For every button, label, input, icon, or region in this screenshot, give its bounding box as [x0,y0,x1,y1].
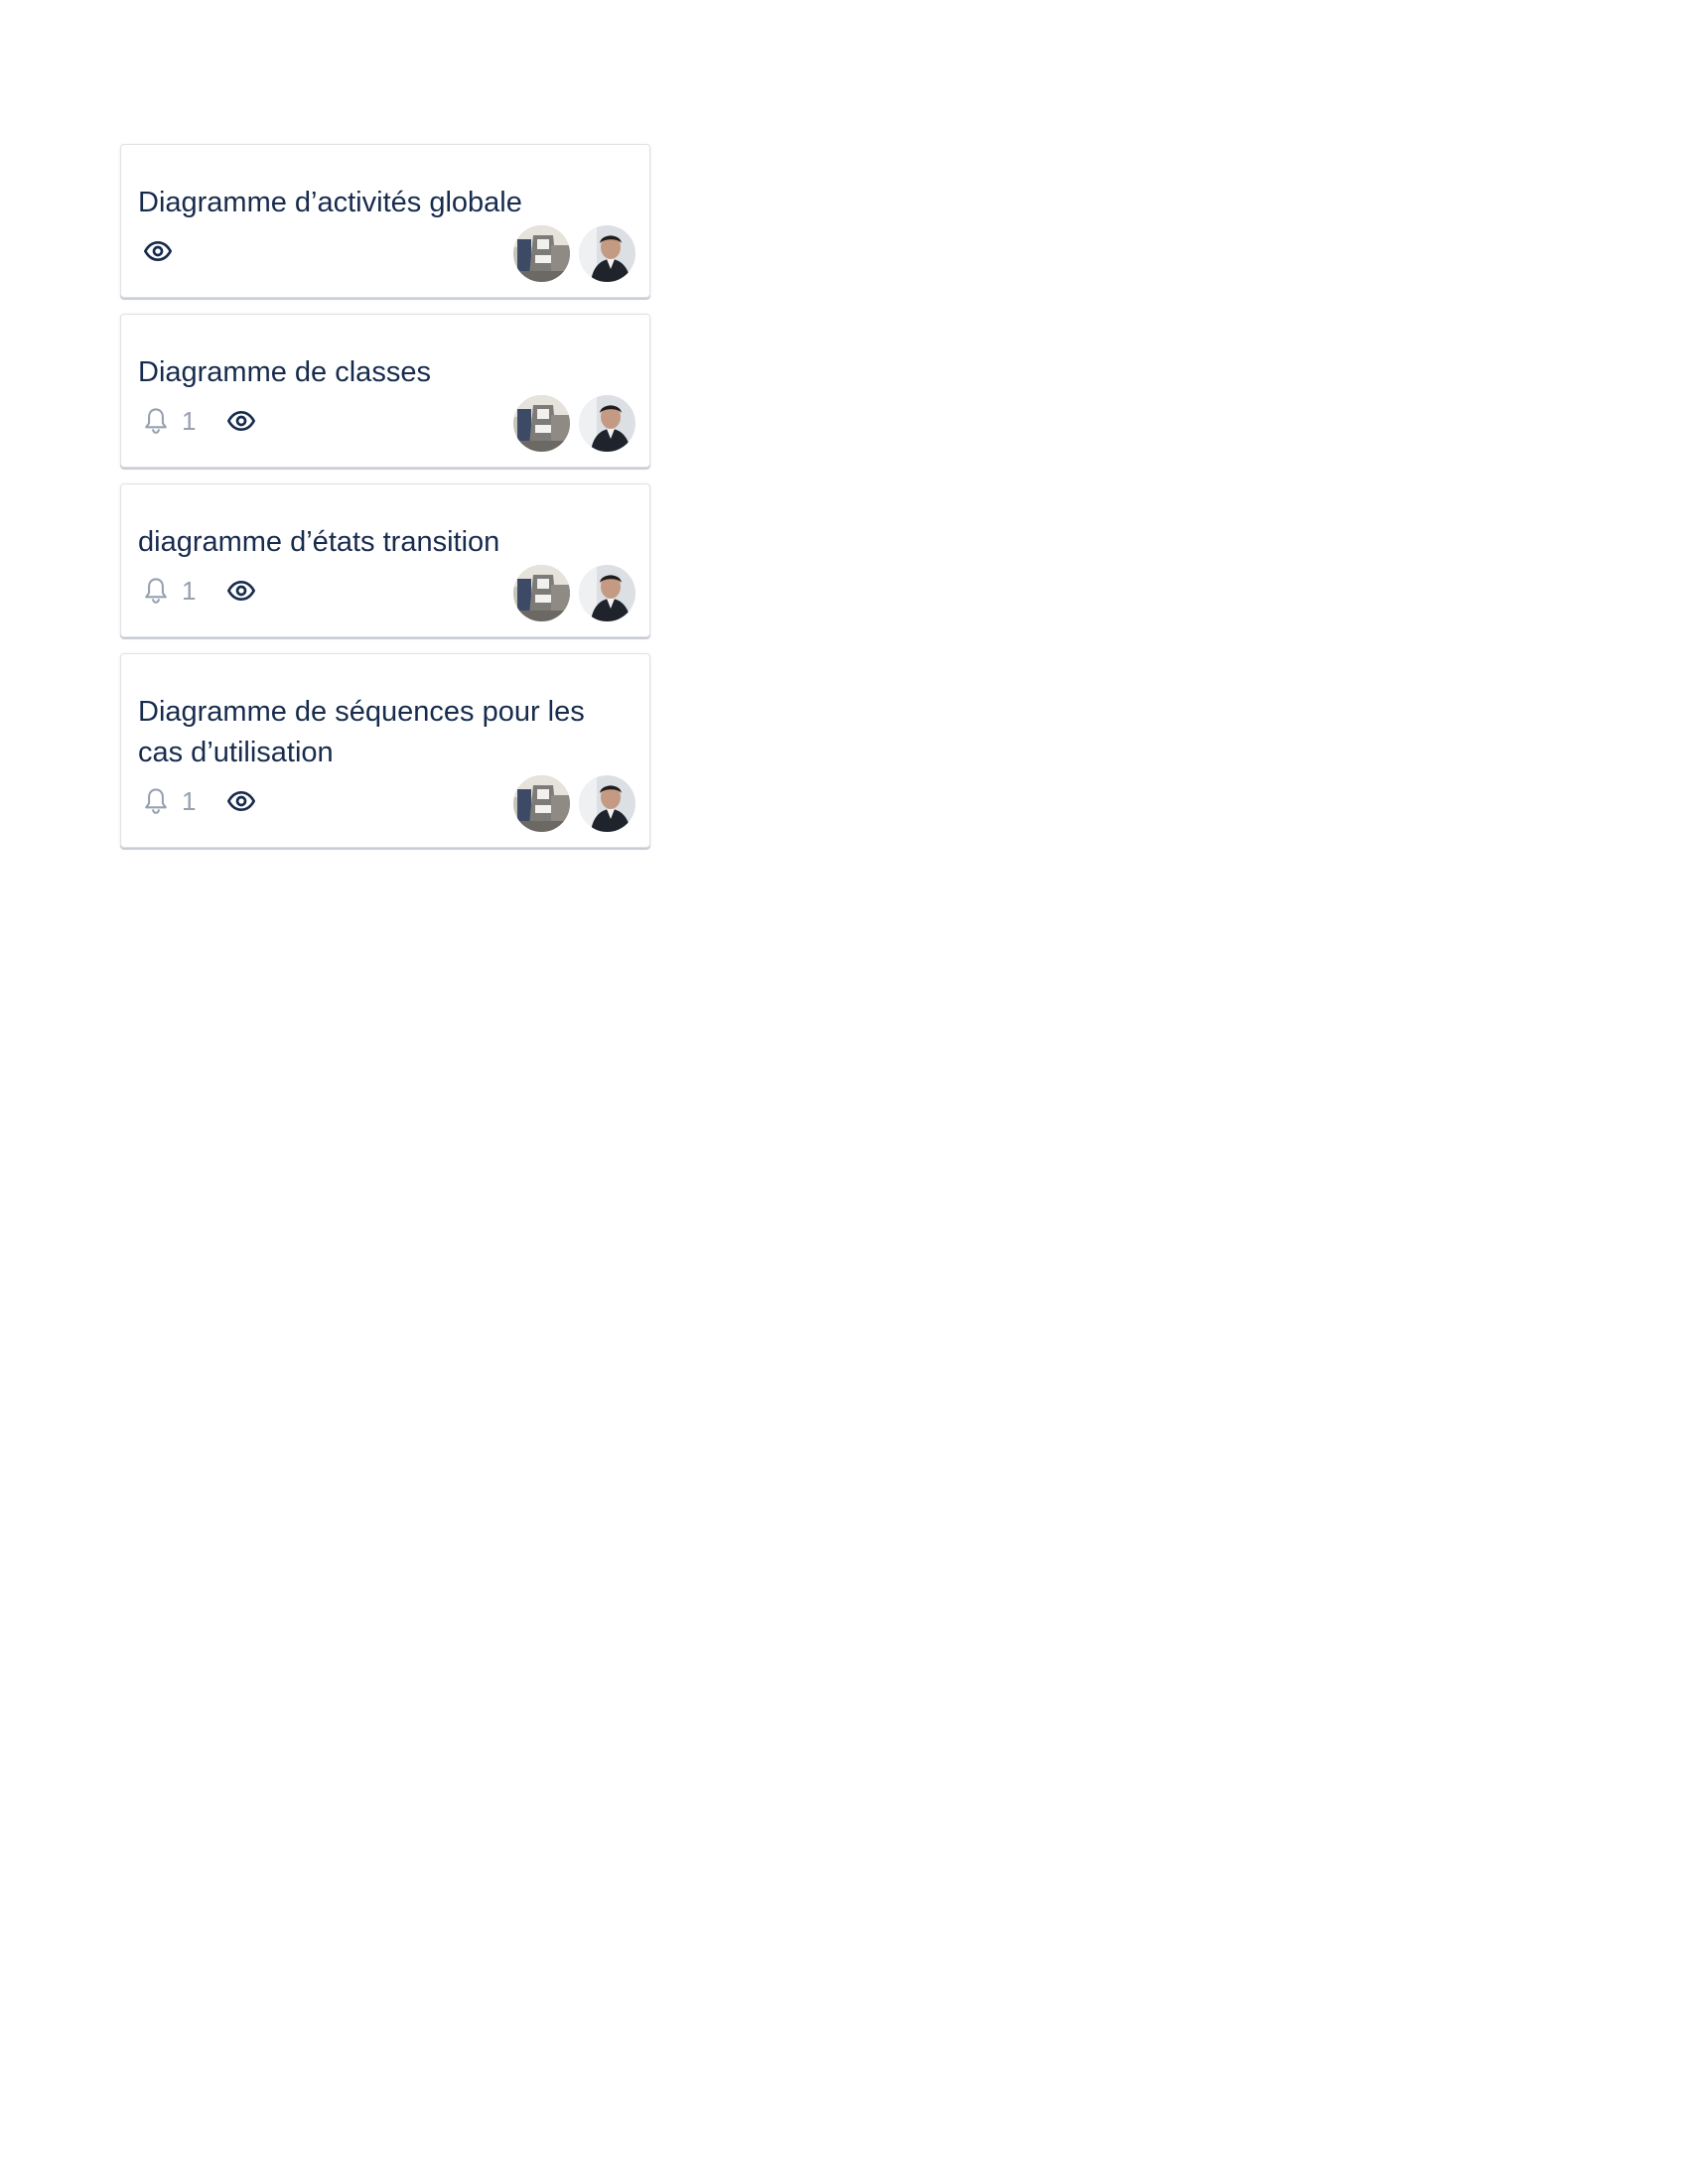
member-avatar-1[interactable] [513,775,570,832]
member-avatar-2[interactable] [579,775,635,832]
bell-icon [142,786,170,816]
notification-badge: 1 [142,406,196,436]
card-item[interactable]: diagramme d’états transition 1 [120,483,650,637]
card-footer [138,225,635,285]
eye-icon [225,785,257,817]
notification-count: 1 [182,576,197,606]
card-item[interactable]: Diagramme de classes 1 [120,314,650,468]
member-avatar-2[interactable] [579,565,635,621]
bell-icon [142,406,170,436]
card-title: diagramme d’états transition [138,526,500,558]
card-members [513,775,635,832]
card-footer: 1 [138,395,635,455]
member-avatar-2[interactable] [579,225,635,282]
eye-icon [225,575,257,607]
member-avatar-1[interactable] [513,395,570,452]
bell-icon [142,576,170,606]
member-avatar-1[interactable] [513,565,570,621]
notification-count: 1 [182,406,197,436]
card-badges [142,233,174,269]
card-footer: 1 [138,565,635,624]
card-members [513,225,635,282]
card-item[interactable]: Diagramme de séquences pour les cas d’ut… [120,653,650,848]
card-item[interactable]: Diagramme d’activités globale [120,144,650,298]
notification-count: 1 [182,786,197,816]
card-title: Diagramme de séquences pour les cas d’ut… [138,696,585,768]
card-members [513,395,635,452]
notification-badge: 1 [142,786,196,816]
member-avatar-1[interactable] [513,225,570,282]
eye-icon [142,235,174,267]
card-footer: 1 [138,775,635,835]
member-avatar-2[interactable] [579,395,635,452]
card-members [513,565,635,621]
card-title: Diagramme d’activités globale [138,187,522,218]
card-list: Diagramme d’activités globale Diagramme … [120,144,650,848]
card-badges: 1 [142,403,257,439]
notification-badge: 1 [142,576,196,606]
card-badges: 1 [142,783,257,819]
card-badges: 1 [142,573,257,609]
eye-icon [225,405,257,437]
card-title: Diagramme de classes [138,356,431,388]
